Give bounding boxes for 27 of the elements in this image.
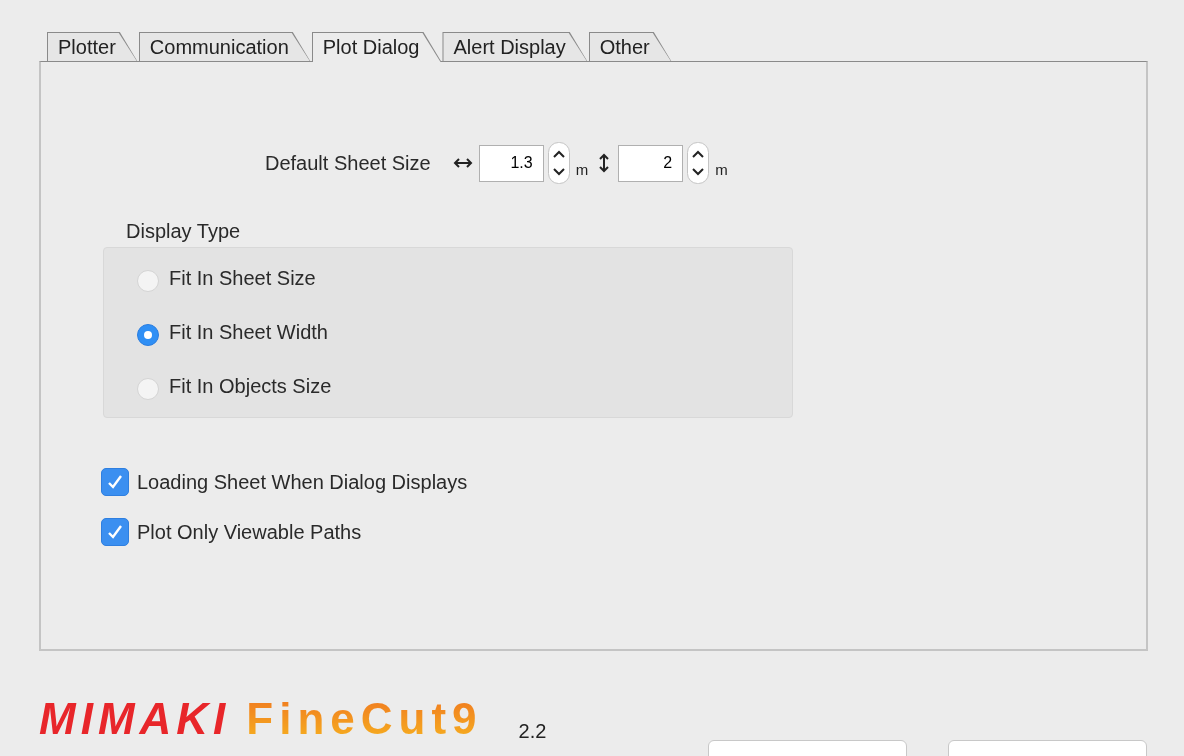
group-label: Display Type bbox=[126, 220, 242, 243]
checkbox[interactable] bbox=[101, 468, 129, 496]
checkmark-icon bbox=[106, 473, 124, 491]
checkmark-icon bbox=[106, 523, 124, 541]
tab[interactable]: Other bbox=[588, 32, 672, 62]
tab[interactable]: Plot Dialog bbox=[311, 32, 442, 62]
checkbox-label: Plot Only Viewable Paths bbox=[137, 520, 362, 544]
radio-label: Fit In Sheet Size bbox=[169, 267, 316, 290]
unit-label: m bbox=[575, 160, 589, 178]
brand-logo: MIMAKI bbox=[39, 697, 231, 741]
radio-label: Fit In Objects Size bbox=[169, 375, 332, 398]
tab[interactable]: Communication bbox=[138, 32, 311, 62]
vertical-arrow-icon bbox=[598, 153, 611, 173]
radio-button[interactable] bbox=[137, 323, 159, 346]
horizontal-arrow-icon bbox=[452, 157, 473, 169]
checkbox-label: Loading Sheet When Dialog Displays bbox=[137, 470, 468, 494]
radio-label: Fit In Sheet Width bbox=[169, 321, 328, 344]
tab[interactable]: Alert Display bbox=[442, 32, 588, 62]
stepper-icon[interactable] bbox=[547, 142, 570, 184]
tab[interactable]: Plotter bbox=[47, 32, 138, 62]
stepper-icon[interactable] bbox=[687, 142, 710, 184]
version-label: 2.2 bbox=[518, 720, 547, 743]
unit-label: m bbox=[715, 160, 728, 178]
height-field[interactable]: 2 bbox=[618, 144, 684, 182]
checkbox[interactable] bbox=[101, 518, 129, 546]
width-field[interactable]: 1.3 bbox=[478, 144, 544, 182]
sheet-size-label: Default Sheet Size bbox=[265, 151, 431, 175]
